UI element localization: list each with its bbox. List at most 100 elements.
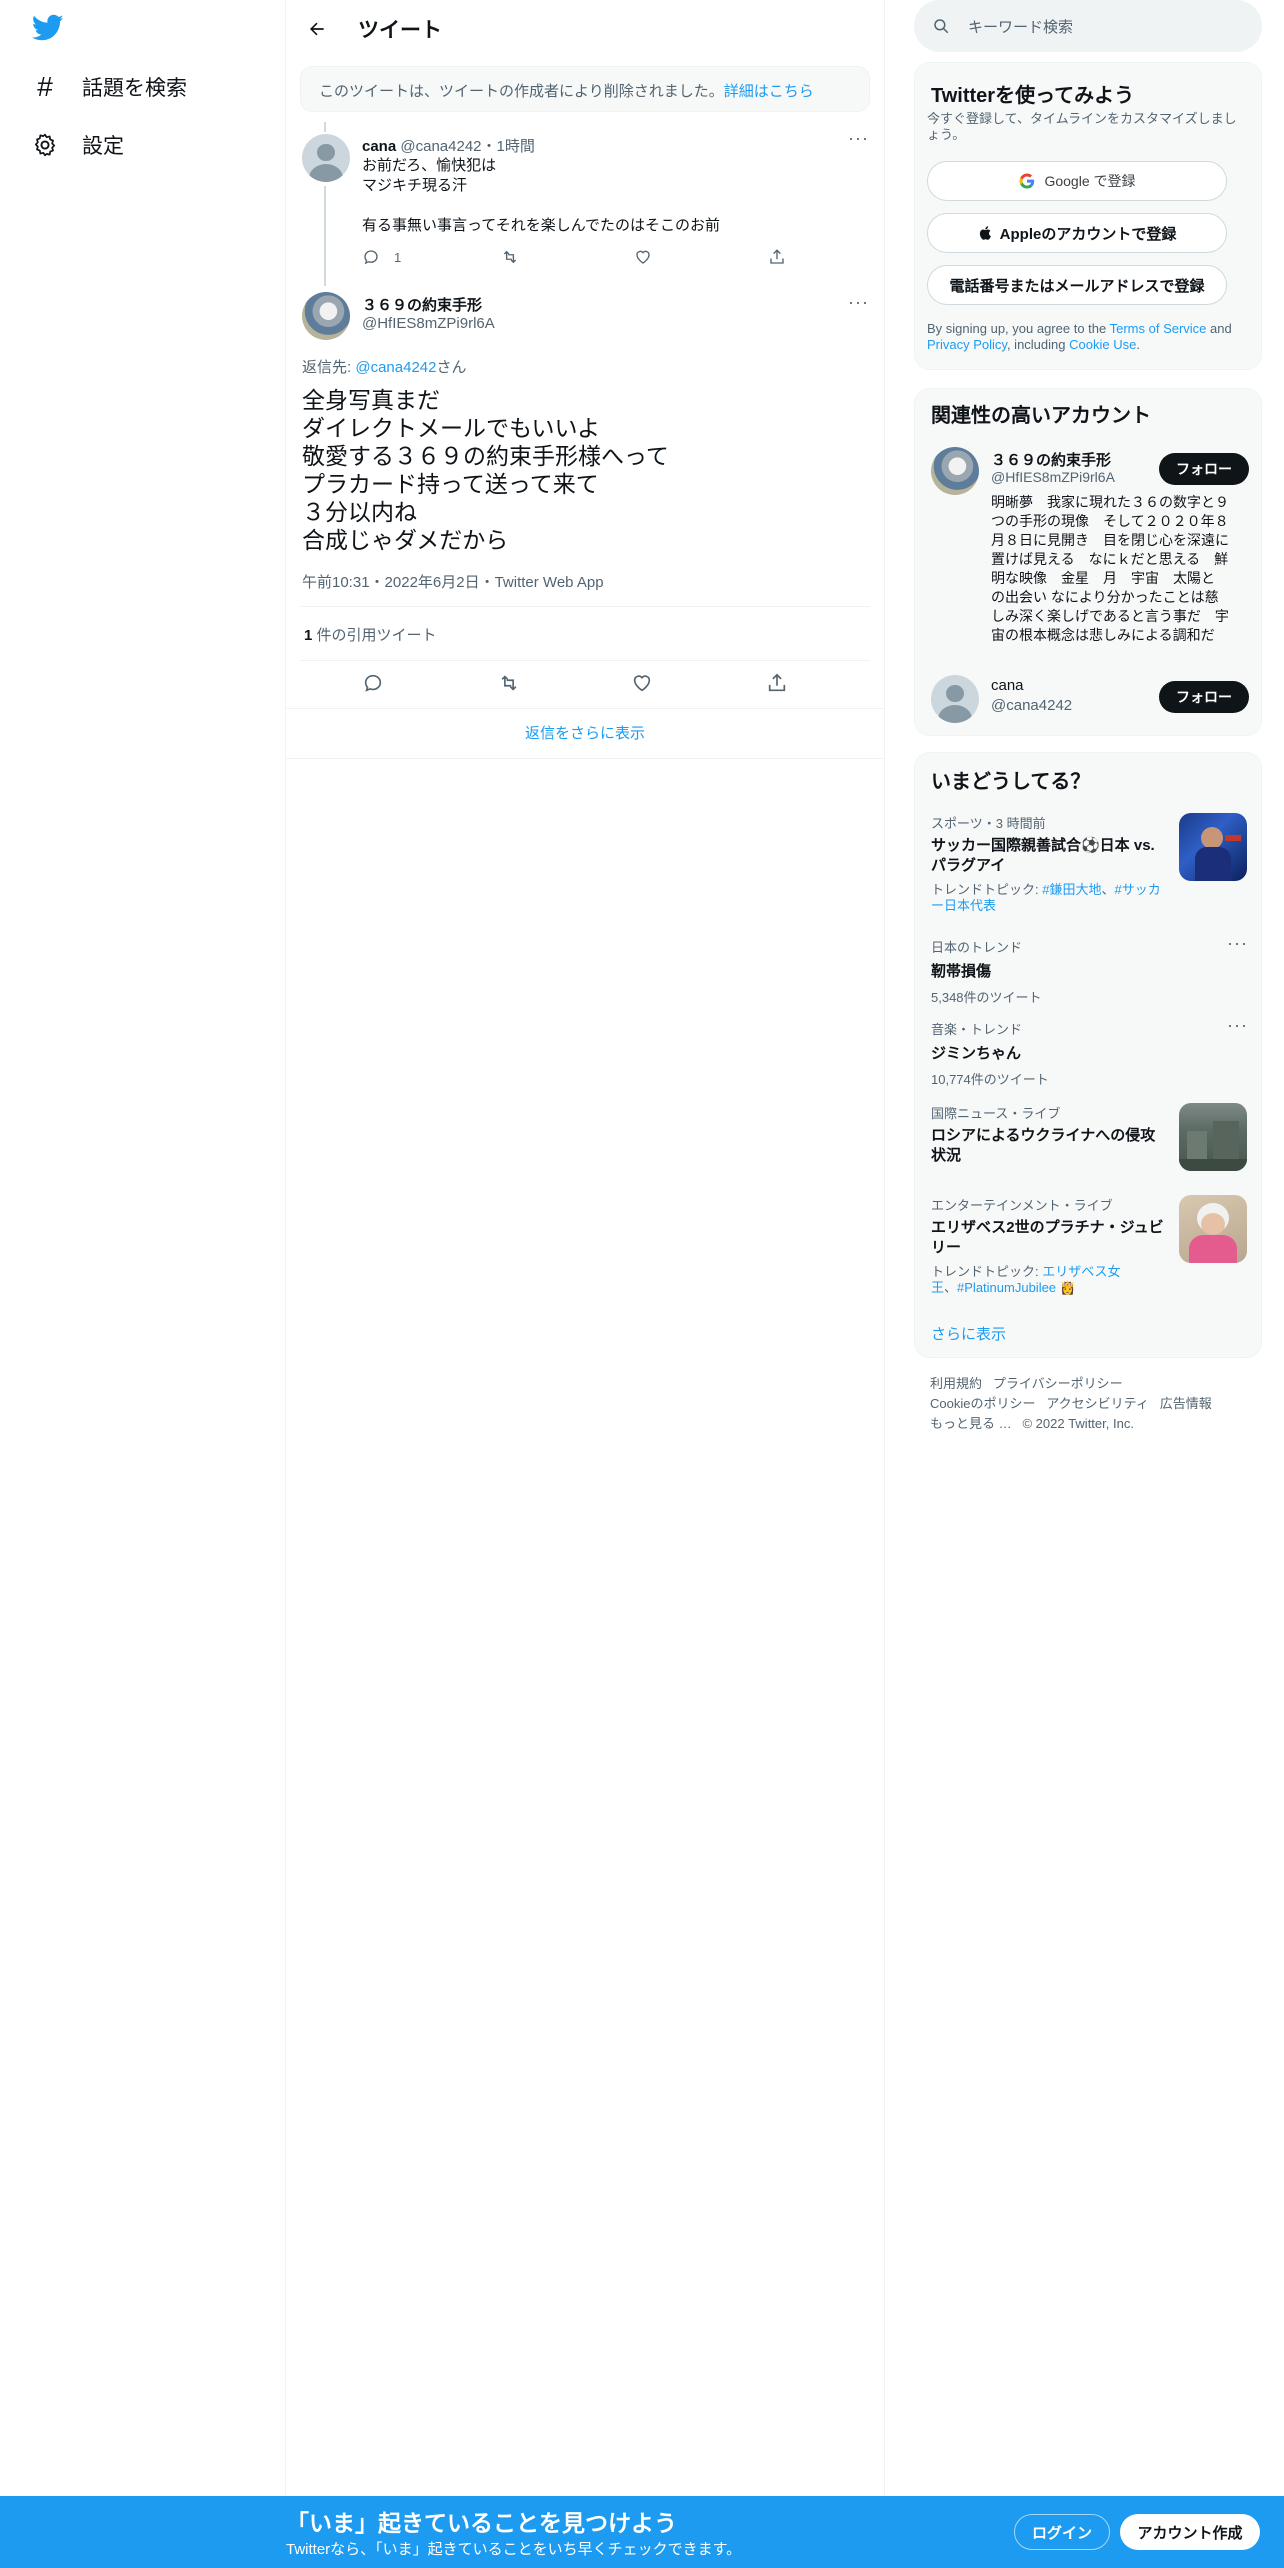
apple-signup-button[interactable]: Appleのアカウントで登録 [927, 213, 1227, 253]
reply-icon [364, 674, 382, 692]
reply-sep: ・ [481, 138, 497, 155]
nav-settings[interactable]: 設定 [32, 117, 124, 173]
trend-topic-sep: 、 [1101, 882, 1115, 897]
avatar[interactable] [302, 292, 350, 340]
trend-topic-link[interactable]: #鎌田大地 [1042, 882, 1101, 897]
heart-icon [633, 675, 651, 692]
reply-line: 有る事無い事言ってそれを楽しんでたのはそこのお前 [362, 217, 721, 234]
reply-line: お前だろ、愉快犯は [362, 157, 497, 174]
terms-link[interactable]: Terms of Service [1110, 321, 1207, 336]
trend-topic-link[interactable]: #サッカ [1114, 882, 1160, 897]
trend-item[interactable]: 日本のトレンド 靭帯損傷 5,348件のツイート [931, 937, 1231, 1006]
trend-topic-sep: 、 [944, 1280, 958, 1295]
trend-item[interactable]: 音楽・トレンド ジミンちゃん 10,774件のツイート [931, 1019, 1231, 1088]
reply-author-name[interactable]: cana [362, 138, 396, 155]
google-signup-button[interactable]: Google で登録 [927, 161, 1227, 201]
signup-button[interactable]: アカウント作成 [1120, 2514, 1260, 2550]
reply-button[interactable] [362, 672, 384, 694]
more-icon[interactable]: ··· [848, 292, 869, 313]
privacy-link[interactable]: Privacy Policy [927, 337, 1007, 352]
trend-topic-prefix: トレンドトピック: [931, 882, 1043, 897]
related-account-bio: 明晰夢 我家に現れた３６の数字と９ つの手形の現像 そして２０２０年８ 月８日に… [991, 493, 1255, 645]
reply-button[interactable]: 1 [362, 248, 401, 266]
bio-line: 置けば見える なにｋだと思える 鮮 [991, 551, 1229, 567]
reply-time[interactable]: 1時間 [497, 138, 535, 155]
footer-link[interactable]: 広告情報 [1160, 1396, 1212, 1411]
reply-author-handle[interactable]: @cana4242 [400, 138, 481, 155]
more-icon[interactable]: ··· [1227, 1015, 1248, 1036]
more-icon[interactable]: ··· [1227, 933, 1248, 954]
quote-tweets-link[interactable]: 1 件の引用ツイート [304, 624, 437, 645]
show-more-replies[interactable]: 返信をさらに表示 [286, 722, 884, 743]
trend-title: ロシアによるウクライナへの侵攻 状況 [931, 1126, 1167, 1166]
apple-icon [979, 226, 991, 240]
trend-topic-link[interactable]: ー日本代表 [931, 898, 996, 913]
main-tweet-author-name[interactable]: ３６９の約束手形 [362, 294, 482, 315]
bottom-bar-title: 「いま」起きていることを見つけよう [286, 2510, 677, 2536]
related-account-name[interactable]: ３６９の約束手形 [991, 449, 1111, 470]
share-button[interactable] [768, 248, 786, 266]
share-icon [768, 673, 786, 692]
footer-link[interactable]: アクセシビリティ [1046, 1396, 1149, 1411]
quote-label: 件の引用ツイート [312, 627, 437, 644]
trend-item[interactable]: エンターテインメント・ライブ エリザベス2世のプラチナ・ジュビ リー トレンドト… [931, 1195, 1171, 1296]
trends-card: いまどうしてる？ スポーツ・3 時間前 サッカー国際親善試合⚽日本 vs. パラ… [914, 752, 1262, 1358]
learn-more-link[interactable]: 詳細はこちら [724, 83, 814, 100]
twitter-logo-icon[interactable] [31, 14, 64, 44]
related-account-handle[interactable]: @HfIES8mZPi9rl6A [991, 469, 1115, 485]
signup-card: Twitterを使ってみよう 今すぐ登録して、タイムラインをカスタマイズしましょ… [914, 62, 1262, 370]
like-button[interactable] [631, 672, 653, 694]
trend-title-line: リー [931, 1239, 962, 1256]
page-title: ツイート [358, 19, 442, 42]
follow-button[interactable]: フォロー [1159, 681, 1249, 713]
retweet-icon [501, 675, 517, 691]
like-button[interactable] [634, 248, 652, 266]
nav-explore[interactable]: # 話題を検索 [32, 59, 187, 115]
bio-line: しみ深く楽しげであると言う事だ 宇 [991, 608, 1229, 624]
trend-thumbnail [1179, 1195, 1247, 1263]
bottom-signup-bar: 「いま」起きていることを見つけよう Twitterなら、「いま」起きていることを… [0, 2496, 1284, 2568]
tweet-timestamp[interactable]: 午前10:31・2022年6月2日・Twitter Web App [302, 571, 604, 592]
main-tweet-author-handle[interactable]: @HfIES8mZPi9rl6A [362, 315, 495, 332]
trend-title-line: ロシアによるウクライナへの侵攻 [931, 1127, 1156, 1144]
avatar[interactable] [931, 675, 979, 723]
footer-link[interactable]: プライバシーポリシー [993, 1376, 1123, 1391]
footer-link[interactable]: 利用規約 [930, 1376, 982, 1391]
avatar[interactable] [302, 134, 350, 182]
bio-line: の出会い なにより分かったことは慈 [991, 589, 1219, 605]
more-icon[interactable]: ··· [848, 128, 869, 149]
retweet-button[interactable] [497, 672, 521, 694]
trend-topic-link[interactable]: #PlatinumJubilee 👸 [957, 1280, 1076, 1295]
trend-topic-link[interactable]: エリザベス女 [1042, 1264, 1120, 1279]
trends-show-more[interactable]: さらに表示 [931, 1323, 1006, 1344]
reply-to-handle[interactable]: @cana4242 [355, 359, 436, 376]
retweet-button[interactable] [500, 248, 520, 266]
footer-link[interactable]: Cookieのポリシー [930, 1396, 1035, 1411]
bio-line: 宙の根本概念は悲しみによる調和だ [991, 627, 1215, 643]
tweet-line: 全身写真まだ [302, 387, 440, 413]
share-button[interactable] [766, 672, 788, 694]
search-input[interactable]: キーワード検索 [914, 0, 1262, 52]
trend-topic-prefix: トレンドトピック: [931, 1264, 1043, 1279]
search-icon [934, 19, 949, 34]
legal-text: , including [1006, 337, 1070, 352]
back-arrow-icon[interactable] [300, 12, 334, 46]
login-button[interactable]: ログイン [1014, 2514, 1110, 2550]
follow-button[interactable]: フォロー [1159, 453, 1249, 485]
phone-signup-button[interactable]: 電話番号またはメールアドレスで登録 [927, 265, 1227, 305]
related-account-name[interactable]: cana [991, 677, 1024, 694]
related-accounts-card: 関連性の高いアカウント ３６９の約束手形 @HfIES8mZPi9rl6A フォ… [914, 388, 1262, 736]
cookie-link[interactable]: Cookie Use [1069, 337, 1136, 352]
column-divider-left [285, 0, 286, 2500]
trend-meta: 日本のトレンド [931, 940, 1023, 955]
bio-line: 明晰夢 我家に現れた３６の数字と９ [991, 494, 1229, 510]
footer-more-link[interactable]: もっと見る … [930, 1416, 1012, 1431]
related-account-handle[interactable]: @cana4242 [991, 697, 1072, 714]
trend-topics: トレンドトピック: #鎌田大地、#サッカー日本代表 [931, 882, 1167, 914]
left-navigation: # 話題を検索 設定 [0, 0, 284, 2500]
trend-item[interactable]: 国際ニュース・ライブ ロシアによるウクライナへの侵攻 状況 [931, 1103, 1167, 1166]
trend-topic-link[interactable]: 王 [931, 1280, 944, 1295]
avatar[interactable] [931, 447, 979, 495]
trend-title: 靭帯損傷 [931, 963, 992, 980]
divider [286, 758, 884, 759]
